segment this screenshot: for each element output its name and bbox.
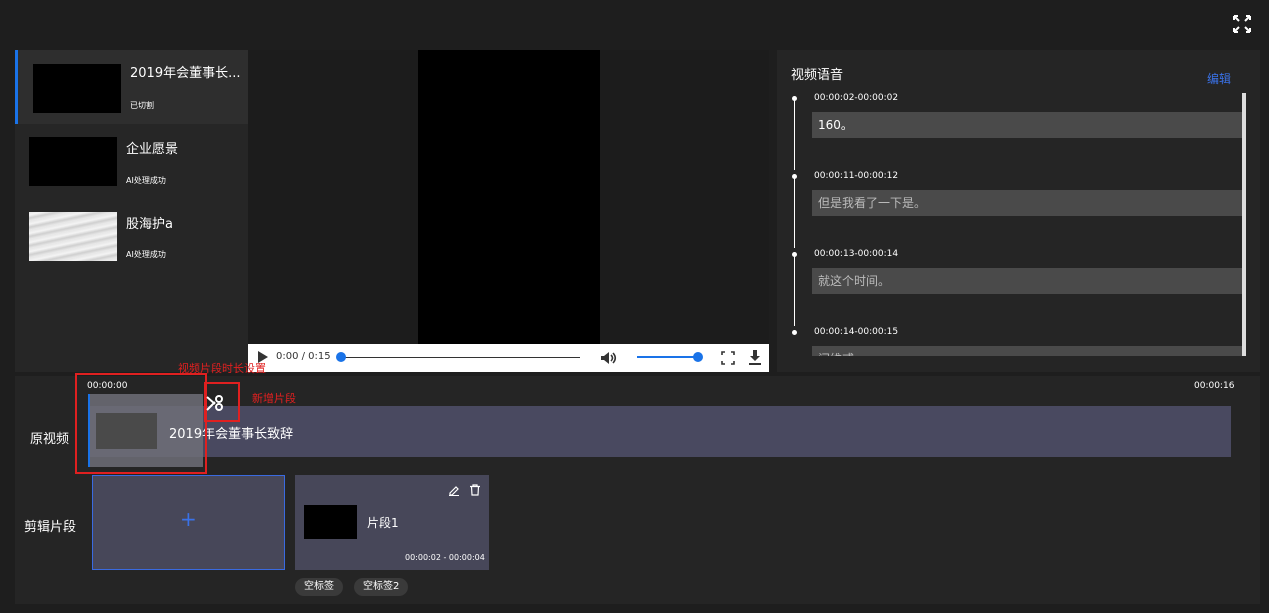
annotation-box — [75, 373, 207, 474]
active-indicator — [15, 50, 18, 124]
annotation-add-text: 新增片段 — [252, 392, 296, 405]
tag[interactable]: 空标签2 — [354, 578, 409, 596]
video-frame[interactable] — [418, 50, 600, 344]
segment-text[interactable]: 160。 — [812, 112, 1242, 138]
timeline-dot — [792, 252, 797, 257]
timeline-line — [794, 98, 795, 170]
video-title: 企业愿景 — [126, 142, 179, 157]
video-thumbnail — [29, 212, 117, 261]
plus-icon[interactable]: + — [180, 507, 197, 531]
video-thumbnail — [33, 64, 121, 113]
timeline-line — [794, 254, 795, 326]
timeline-line — [794, 176, 795, 248]
video-status: 已切割 — [130, 101, 154, 110]
timeline-dot — [792, 330, 797, 335]
video-list-item[interactable]: 2019年会董事长... 已切割 — [15, 50, 248, 124]
timeline-end-time: 00:00:16 — [1194, 381, 1235, 391]
speech-title: 视频语音 — [791, 68, 844, 83]
volume-slider[interactable] — [637, 356, 699, 358]
edit-icon[interactable] — [448, 481, 460, 496]
video-list-item[interactable]: 股海护a AI处理成功 — [15, 198, 248, 272]
clip-thumbnail — [304, 505, 357, 539]
clip-name: 片段1 — [367, 516, 399, 530]
edit-link[interactable]: 编辑 — [1207, 70, 1231, 87]
segment-time: 00:00:14-00:00:15 — [814, 327, 899, 337]
volume-handle[interactable] — [693, 352, 703, 362]
progress-handle[interactable] — [336, 352, 346, 362]
download-icon[interactable] — [748, 349, 762, 365]
original-video-label: 原视频 — [30, 432, 70, 447]
segment-text[interactable]: 问维戒 — [812, 346, 1242, 356]
clip-time: 00:00:02 - 00:00:04 — [405, 553, 485, 562]
timeline-dot — [792, 96, 797, 101]
video-list: 2019年会董事长... 已切割 企业愿景 AI处理成功 股海护a AI处理成功 — [15, 50, 248, 372]
segment-time: 00:00:02-00:00:02 — [814, 93, 899, 103]
tag[interactable]: 空标签 — [295, 578, 343, 596]
fullscreen-icon[interactable] — [1232, 14, 1252, 34]
timeline-dot — [792, 174, 797, 179]
segment-text[interactable]: 就这个时间。 — [812, 268, 1242, 294]
fullscreen-icon[interactable] — [721, 350, 735, 365]
annotation-duration-text: 视频片段时长设置 — [178, 362, 266, 375]
player-time: 0:00 / 0:15 — [276, 351, 331, 362]
video-title: 股海护a — [126, 217, 173, 232]
video-title: 2019年会董事长... — [130, 66, 241, 81]
video-status: AI处理成功 — [126, 250, 166, 259]
segment-text[interactable]: 但是我看了一下是。 — [812, 190, 1242, 216]
progress-bar[interactable] — [340, 357, 580, 358]
speech-list: 00:00:02-00:00:02 160。 00:00:11-00:00:12… — [786, 92, 1246, 356]
video-thumbnail — [29, 137, 117, 186]
trash-icon[interactable] — [469, 481, 481, 496]
scissors-icon[interactable] — [206, 394, 223, 412]
scrollbar[interactable] — [1242, 93, 1246, 356]
volume-icon[interactable] — [600, 350, 618, 364]
video-list-item[interactable]: 企业愿景 AI处理成功 — [15, 124, 248, 198]
clips-label: 剪辑片段 — [24, 520, 77, 535]
segment-time: 00:00:11-00:00:12 — [814, 171, 899, 181]
video-status: AI处理成功 — [126, 176, 166, 185]
segment-time: 00:00:13-00:00:14 — [814, 249, 899, 259]
